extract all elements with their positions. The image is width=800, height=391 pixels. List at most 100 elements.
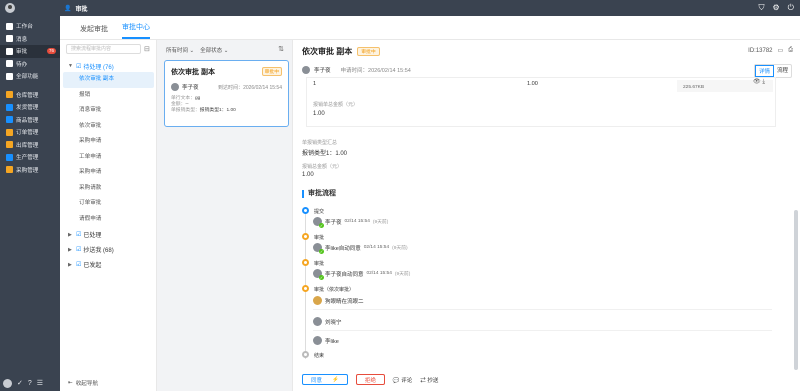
sidebar-item[interactable]: 消息: [0, 33, 60, 46]
nav-item[interactable]: 采购请款: [60, 181, 157, 197]
card-user: 李子夜: [182, 85, 199, 91]
tab-detail[interactable]: 详情: [754, 65, 774, 77]
flow-node-label: 提交: [314, 209, 325, 215]
order-icon: [6, 128, 13, 136]
sidebar-item[interactable]: 待办: [0, 58, 60, 71]
nav-item[interactable]: 采购申请: [60, 165, 157, 181]
flow-node: [302, 233, 309, 240]
approval-card[interactable]: 依次审批 副本 审批中 李子夜 到达时间：2026/02/14 15:54 单行…: [164, 60, 289, 127]
print-icon[interactable]: ⎙: [788, 47, 793, 54]
filter-icon[interactable]: ⊟: [144, 45, 150, 53]
comment-button[interactable]: 💬 评论: [393, 376, 412, 384]
download-icon[interactable]: ⤓: [762, 79, 765, 85]
caret-down-icon: ▼: [68, 63, 73, 69]
eye-icon[interactable]: 👁: [753, 79, 761, 85]
reject-button[interactable]: 拒绝: [355, 374, 385, 385]
flow-node: [302, 285, 309, 292]
field-label: 报销总金额（元）: [302, 164, 343, 170]
nav-group[interactable]: ▼ ☑ 待处理 (76): [60, 60, 157, 72]
sort-icon[interactable]: ⇅: [278, 45, 284, 53]
nav-item[interactable]: 请假申请: [60, 212, 157, 228]
sidebar-item-label: 订单管理: [16, 130, 39, 137]
agree-button[interactable]: 同意 ⚡: [302, 374, 348, 385]
tab-flow[interactable]: 流程: [774, 65, 791, 77]
grid-icon: [6, 72, 13, 80]
flow-user: 李like: [313, 336, 339, 345]
app-root: 👤 审批 ⛉ ⚙ ⏻ 工作台 消息 审批 76 待办 全部功能 仓库管理 发货管理 商品管理 订单管…: [0, 0, 800, 391]
field-value: 报销类型1：1.00: [302, 151, 348, 157]
goods-icon: [6, 116, 13, 124]
checklist-icon: ☑: [76, 262, 82, 268]
field-value: 1.00: [313, 111, 325, 117]
flow-node: [302, 207, 309, 214]
status-filter[interactable]: 全部状态 ⌄: [200, 46, 228, 54]
tab-initiate[interactable]: 发起审批: [80, 24, 108, 39]
table-cell: 1: [313, 81, 317, 87]
sidebar-item[interactable]: 生产管理: [0, 151, 60, 164]
checklist-icon: ☑: [76, 247, 82, 253]
card-time: 到达时间：2026/02/14 15:54: [218, 84, 282, 91]
sidebar-item[interactable]: 审批 76: [0, 45, 60, 58]
nav-item[interactable]: 报销: [60, 88, 157, 104]
user-avatar[interactable]: [5, 3, 15, 13]
avatar: [302, 66, 310, 74]
nav-item[interactable]: 采购申请: [60, 134, 157, 150]
action-bar: 同意 ⚡ 拒绝 💬 评论 ⇄ 抄送: [302, 374, 438, 385]
left-nav: 搜索流程审批内容 ⊟ ▼ ☑ 待处理 (76) 依次审批 副本 报销 消息审批 依次审批 采购…: [60, 40, 157, 391]
field-label: 单报销类型汇总: [302, 140, 338, 146]
caret-right-icon: ▶: [68, 246, 72, 253]
sidebar-item[interactable]: 商品管理: [0, 114, 60, 127]
subtable: 1 1.00 225.67KB 👁 ⤓ 报销单总金额（元） 1.00: [306, 77, 776, 127]
help-icon[interactable]: ?: [28, 380, 32, 387]
time-filter[interactable]: 所有时间 ⌄: [166, 46, 194, 54]
nav-group[interactable]: ▶ ☑ 抄送我 (68): [60, 242, 157, 257]
avatar[interactable]: [3, 378, 12, 388]
apply-time: 申请时间：2026/02/14 15:54: [340, 68, 411, 74]
nav-item[interactable]: 工单申请: [60, 150, 157, 166]
comment-icon: 💬: [392, 377, 400, 384]
collapse-nav-button[interactable]: ⇤ 收起导航: [68, 379, 98, 387]
nav-item[interactable]: 消息审批: [60, 103, 157, 119]
tab-bar: 发起审批 审批中心: [60, 16, 800, 40]
scrollbar[interactable]: [794, 210, 798, 370]
tab-approval-center[interactable]: 审批中心: [122, 22, 150, 39]
power-icon[interactable]: ⏻: [788, 3, 794, 13]
sidebar-item[interactable]: 工作台: [0, 20, 60, 33]
gear-icon[interactable]: ⚙: [773, 3, 780, 13]
sidebar-item[interactable]: 出库管理: [0, 139, 60, 152]
nav-item[interactable]: 依次审批 副本: [63, 72, 154, 88]
avatar: [313, 336, 322, 345]
copy-icon[interactable]: ▭: [778, 47, 784, 54]
message-icon: [6, 35, 13, 43]
nav-item[interactable]: 订单审批: [60, 196, 157, 212]
nav-group[interactable]: ▶ ☑ 已发起: [60, 257, 157, 272]
sidebar-item[interactable]: 发货管理: [0, 101, 60, 114]
checklist-icon: ☑: [76, 63, 82, 70]
sidebar-item[interactable]: 订单管理: [0, 126, 60, 139]
search-input[interactable]: 搜索流程审批内容: [66, 44, 141, 54]
purchase-icon: [6, 166, 13, 174]
flow-node-label: 审批（依次审批）: [314, 287, 355, 293]
sidebar-item-label: 发货管理: [16, 105, 39, 112]
divider: [313, 309, 772, 310]
sidebar-item[interactable]: 仓库管理: [0, 89, 60, 102]
person-icon: [6, 47, 13, 55]
flow-node-label: 审批: [314, 261, 325, 267]
sidebar-item-label: 仓库管理: [16, 92, 39, 99]
sidebar-item[interactable]: 全部功能: [0, 70, 60, 83]
sidebar-item[interactable]: 采购管理: [0, 164, 60, 177]
factory-icon: [6, 153, 13, 161]
flow-user: 李子夜02/14 15:54(9天前): [313, 217, 388, 228]
check-icon[interactable]: ✓: [17, 379, 23, 387]
status-badge: 审批中: [357, 47, 380, 56]
record-id: ID:13782: [748, 47, 773, 54]
sidebar-item-label: 出库管理: [16, 142, 39, 149]
shield-icon[interactable]: ⛉: [759, 3, 765, 13]
nav-group[interactable]: ▶ ☑ 已处理: [60, 227, 157, 242]
menu-icon[interactable]: ☰: [37, 379, 43, 387]
warehouse-icon: [6, 91, 13, 99]
nav-item[interactable]: 依次审批: [60, 119, 157, 135]
flow-node-label: 审批: [314, 235, 325, 241]
avatar: [313, 317, 322, 326]
cc-button[interactable]: ⇄ 抄送: [420, 376, 438, 384]
